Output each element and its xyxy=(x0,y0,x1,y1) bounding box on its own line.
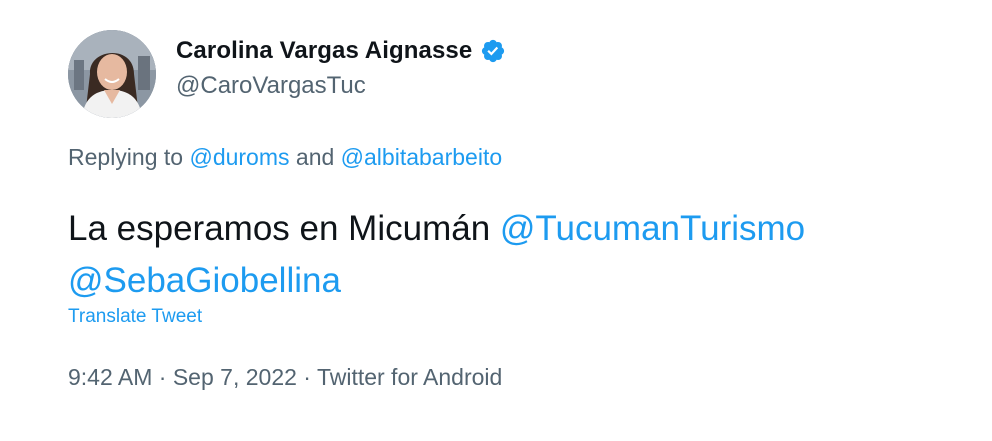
tweet-text: La esperamos en Micumán @TucumanTurismo @… xyxy=(68,203,948,307)
tweet-text-content: La esperamos en Micumán xyxy=(68,209,500,248)
replying-to-prefix: Replying to xyxy=(68,144,190,170)
reply-mention-link[interactable]: @duroms xyxy=(189,144,289,170)
avatar[interactable] xyxy=(68,30,156,118)
reply-mention-link[interactable]: @albitabarbeito xyxy=(341,144,502,170)
meta-separator: · xyxy=(152,364,173,390)
meta-separator: · xyxy=(296,364,317,390)
author-name-row: Carolina Vargas Aignasse xyxy=(176,36,506,66)
author-handle[interactable]: @CaroVargasTuc xyxy=(176,72,366,100)
replying-to-joiner: and xyxy=(289,144,341,170)
tweet-time[interactable]: 9:42 AM xyxy=(68,364,152,390)
verified-badge-icon xyxy=(480,38,506,64)
tweet-mention-link[interactable]: @SebaGiobellina xyxy=(68,261,341,300)
translate-tweet-link[interactable]: Translate Tweet xyxy=(68,306,202,328)
tweet-date[interactable]: Sep 7, 2022 xyxy=(173,364,297,390)
tweet-source: Twitter for Android xyxy=(316,364,503,390)
tweet-mention-link[interactable]: @TucumanTurismo xyxy=(500,209,805,248)
display-name[interactable]: Carolina Vargas Aignasse xyxy=(176,37,472,65)
tweet-metadata: 9:42 AM · Sep 7, 2022 · Twitter for Andr… xyxy=(68,364,502,391)
replying-to-line: Replying to @duroms and @albitabarbeito xyxy=(68,144,502,171)
tweet-card: Carolina Vargas Aignasse @CaroVargasTuc … xyxy=(0,0,992,441)
avatar-image xyxy=(68,30,156,118)
